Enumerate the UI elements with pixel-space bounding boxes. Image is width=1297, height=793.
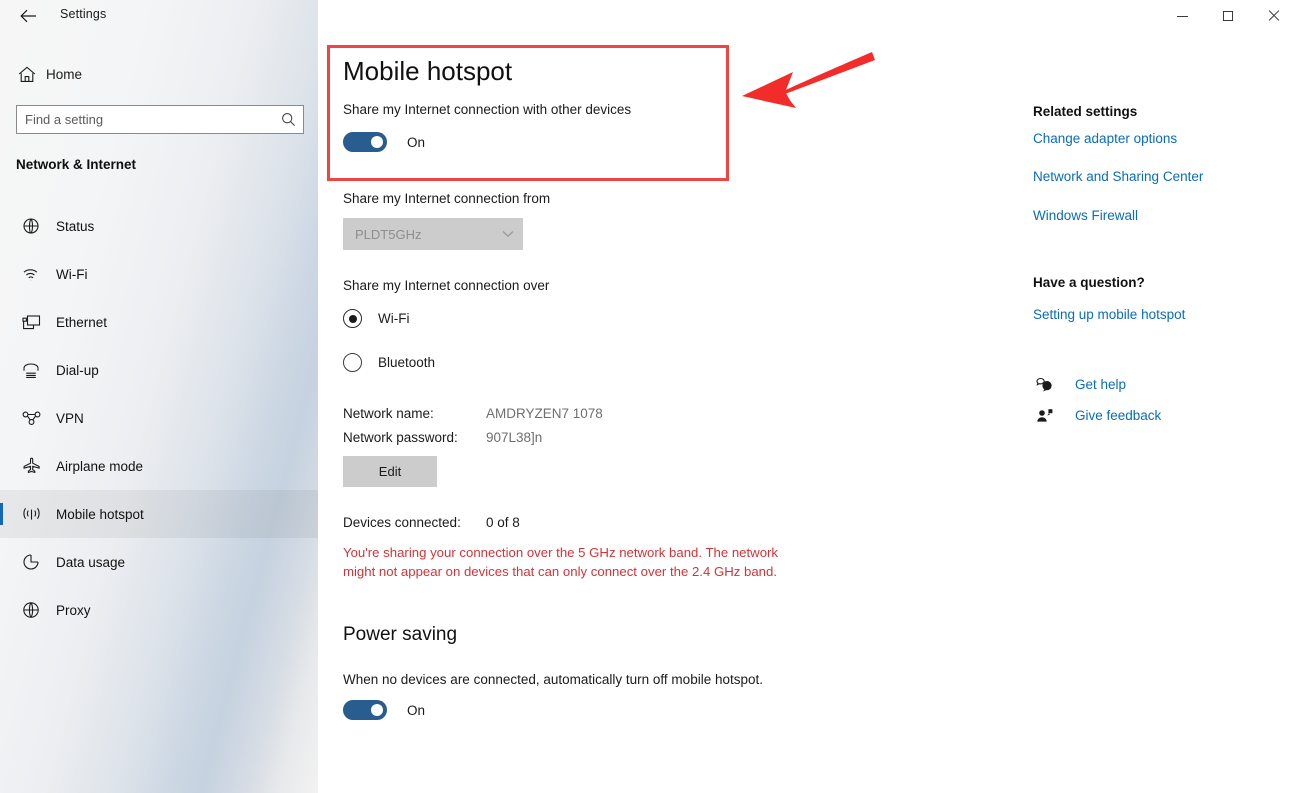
toggle-track: [343, 132, 387, 152]
sidebar-item-home[interactable]: Home: [8, 58, 308, 90]
settings-window: Settings Home Find a setting Network & I…: [0, 0, 1297, 793]
sidebar-item-label: Mobile hotspot: [56, 506, 144, 522]
feedback-person-icon: [1033, 408, 1055, 423]
close-button[interactable]: [1251, 0, 1297, 32]
toggle-track: [343, 700, 387, 720]
search-input[interactable]: [17, 106, 273, 133]
back-button[interactable]: [8, 1, 48, 31]
radio-option-bluetooth[interactable]: Bluetooth: [343, 353, 435, 372]
ethernet-icon: [14, 314, 48, 331]
sidebar-item-label: Data usage: [56, 554, 126, 570]
sidebar-item-mobile-hotspot[interactable]: Mobile hotspot: [0, 490, 318, 538]
related-settings-panel: Related settings Change adapter options …: [1033, 32, 1283, 793]
sidebar-item-proxy[interactable]: Proxy: [0, 586, 318, 634]
sidebar: Home Network & Internet: [0, 0, 318, 793]
radio-label-bluetooth: Bluetooth: [378, 355, 436, 370]
sidebar-item-wifi[interactable]: Wi-Fi: [0, 250, 318, 298]
link-network-sharing-center[interactable]: Network and Sharing Center: [1033, 169, 1203, 184]
sidebar-item-data-usage[interactable]: Data usage: [0, 538, 318, 586]
give-feedback-row[interactable]: Give feedback: [1033, 408, 1161, 423]
sidebar-item-label: VPN: [56, 410, 84, 426]
dialup-icon: [14, 362, 48, 379]
sidebar-item-label: Dial-up: [56, 362, 99, 378]
share-toggle-state: On: [407, 134, 426, 150]
sidebar-item-label: Status: [56, 218, 95, 234]
data-usage-icon: [14, 553, 48, 571]
minimize-button[interactable]: [1159, 0, 1205, 32]
sidebar-item-label: Wi-Fi: [56, 266, 88, 282]
search-icon: [273, 112, 303, 127]
network-password-label: Network password:: [343, 430, 458, 445]
share-from-value: PLDT5GHz: [355, 226, 422, 242]
link-windows-firewall[interactable]: Windows Firewall: [1033, 208, 1138, 223]
link-setting-up-mobile-hotspot[interactable]: Setting up mobile hotspot: [1033, 307, 1185, 322]
search-box[interactable]: [16, 105, 304, 134]
radio-dot-icon: [348, 314, 357, 323]
sidebar-home-label: Home: [46, 66, 83, 82]
window-title: Settings: [60, 7, 107, 21]
share-connection-toggle[interactable]: On: [343, 132, 425, 152]
title-bar: Settings: [0, 0, 1297, 32]
devices-connected-row: Devices connected: 0 of 8: [343, 515, 743, 535]
get-help-label: Get help: [1075, 377, 1127, 392]
hotspot-icon: [14, 506, 48, 523]
power-saving-toggle[interactable]: On: [343, 700, 425, 720]
band-warning-text: You're sharing your connection over the …: [343, 545, 779, 579]
status-icon: [14, 217, 48, 235]
sidebar-item-ethernet[interactable]: Ethernet: [0, 298, 318, 346]
sidebar-item-label: Airplane mode: [56, 458, 144, 474]
get-help-row[interactable]: Get help: [1033, 377, 1126, 392]
maximize-button[interactable]: [1205, 0, 1251, 32]
network-password-value: 907L38]n: [486, 430, 543, 445]
vpn-icon: [14, 411, 48, 425]
maximize-icon: [1223, 11, 1233, 21]
radio-button-icon: [343, 309, 362, 328]
network-name-label: Network name:: [343, 406, 434, 421]
sidebar-section-heading: Network & Internet: [16, 157, 137, 172]
edit-button[interactable]: Edit: [343, 456, 437, 487]
close-icon: [1268, 10, 1280, 22]
network-password-row: Network password: 907L38]n: [343, 430, 743, 450]
devices-connected-value: 0 of 8: [486, 515, 520, 530]
help-chat-icon: [1033, 377, 1055, 392]
network-name-value: AMDRYZEN7 1078: [486, 406, 603, 421]
power-saving-title: Power saving: [343, 624, 458, 645]
share-from-label: Share my Internet connection from: [343, 191, 551, 206]
radio-option-wifi[interactable]: Wi-Fi: [343, 309, 409, 328]
sidebar-nav: Status Wi-Fi Ethernet Dial-up VPN Airpla…: [0, 202, 318, 634]
power-toggle-state: On: [407, 702, 426, 718]
minimize-icon: [1176, 15, 1188, 17]
page-title: Mobile hotspot: [343, 56, 513, 86]
airplane-icon: [14, 457, 48, 475]
sidebar-item-status[interactable]: Status: [0, 202, 318, 250]
share-from-dropdown[interactable]: PLDT5GHz: [343, 218, 523, 250]
main-content: Mobile hotspot Share my Internet connect…: [318, 32, 1018, 793]
home-icon: [8, 66, 46, 83]
share-over-label: Share my Internet connection over: [343, 278, 550, 293]
proxy-icon: [14, 601, 48, 619]
have-a-question-heading: Have a question?: [1033, 275, 1145, 290]
radio-label-wifi: Wi-Fi: [378, 311, 410, 326]
sidebar-item-dialup[interactable]: Dial-up: [0, 346, 318, 394]
sidebar-item-label: Proxy: [56, 602, 91, 618]
toggle-knob: [371, 704, 383, 716]
sidebar-item-label: Ethernet: [56, 314, 108, 330]
window-controls: [1159, 0, 1297, 32]
power-saving-description: When no devices are connected, automatic…: [343, 672, 763, 687]
toggle-knob: [371, 136, 383, 148]
link-change-adapter-options[interactable]: Change adapter options: [1033, 131, 1177, 146]
wifi-icon: [14, 266, 48, 282]
chevron-down-icon: [493, 230, 523, 238]
back-arrow-icon: [19, 9, 37, 23]
network-name-row: Network name: AMDRYZEN7 1078: [343, 406, 743, 426]
devices-connected-label: Devices connected:: [343, 515, 461, 530]
give-feedback-label: Give feedback: [1075, 408, 1162, 423]
sidebar-item-vpn[interactable]: VPN: [0, 394, 318, 442]
related-settings-heading: Related settings: [1033, 104, 1138, 119]
radio-button-icon: [343, 353, 362, 372]
sidebar-item-airplane-mode[interactable]: Airplane mode: [0, 442, 318, 490]
share-connection-label: Share my Internet connection with other …: [343, 102, 632, 117]
